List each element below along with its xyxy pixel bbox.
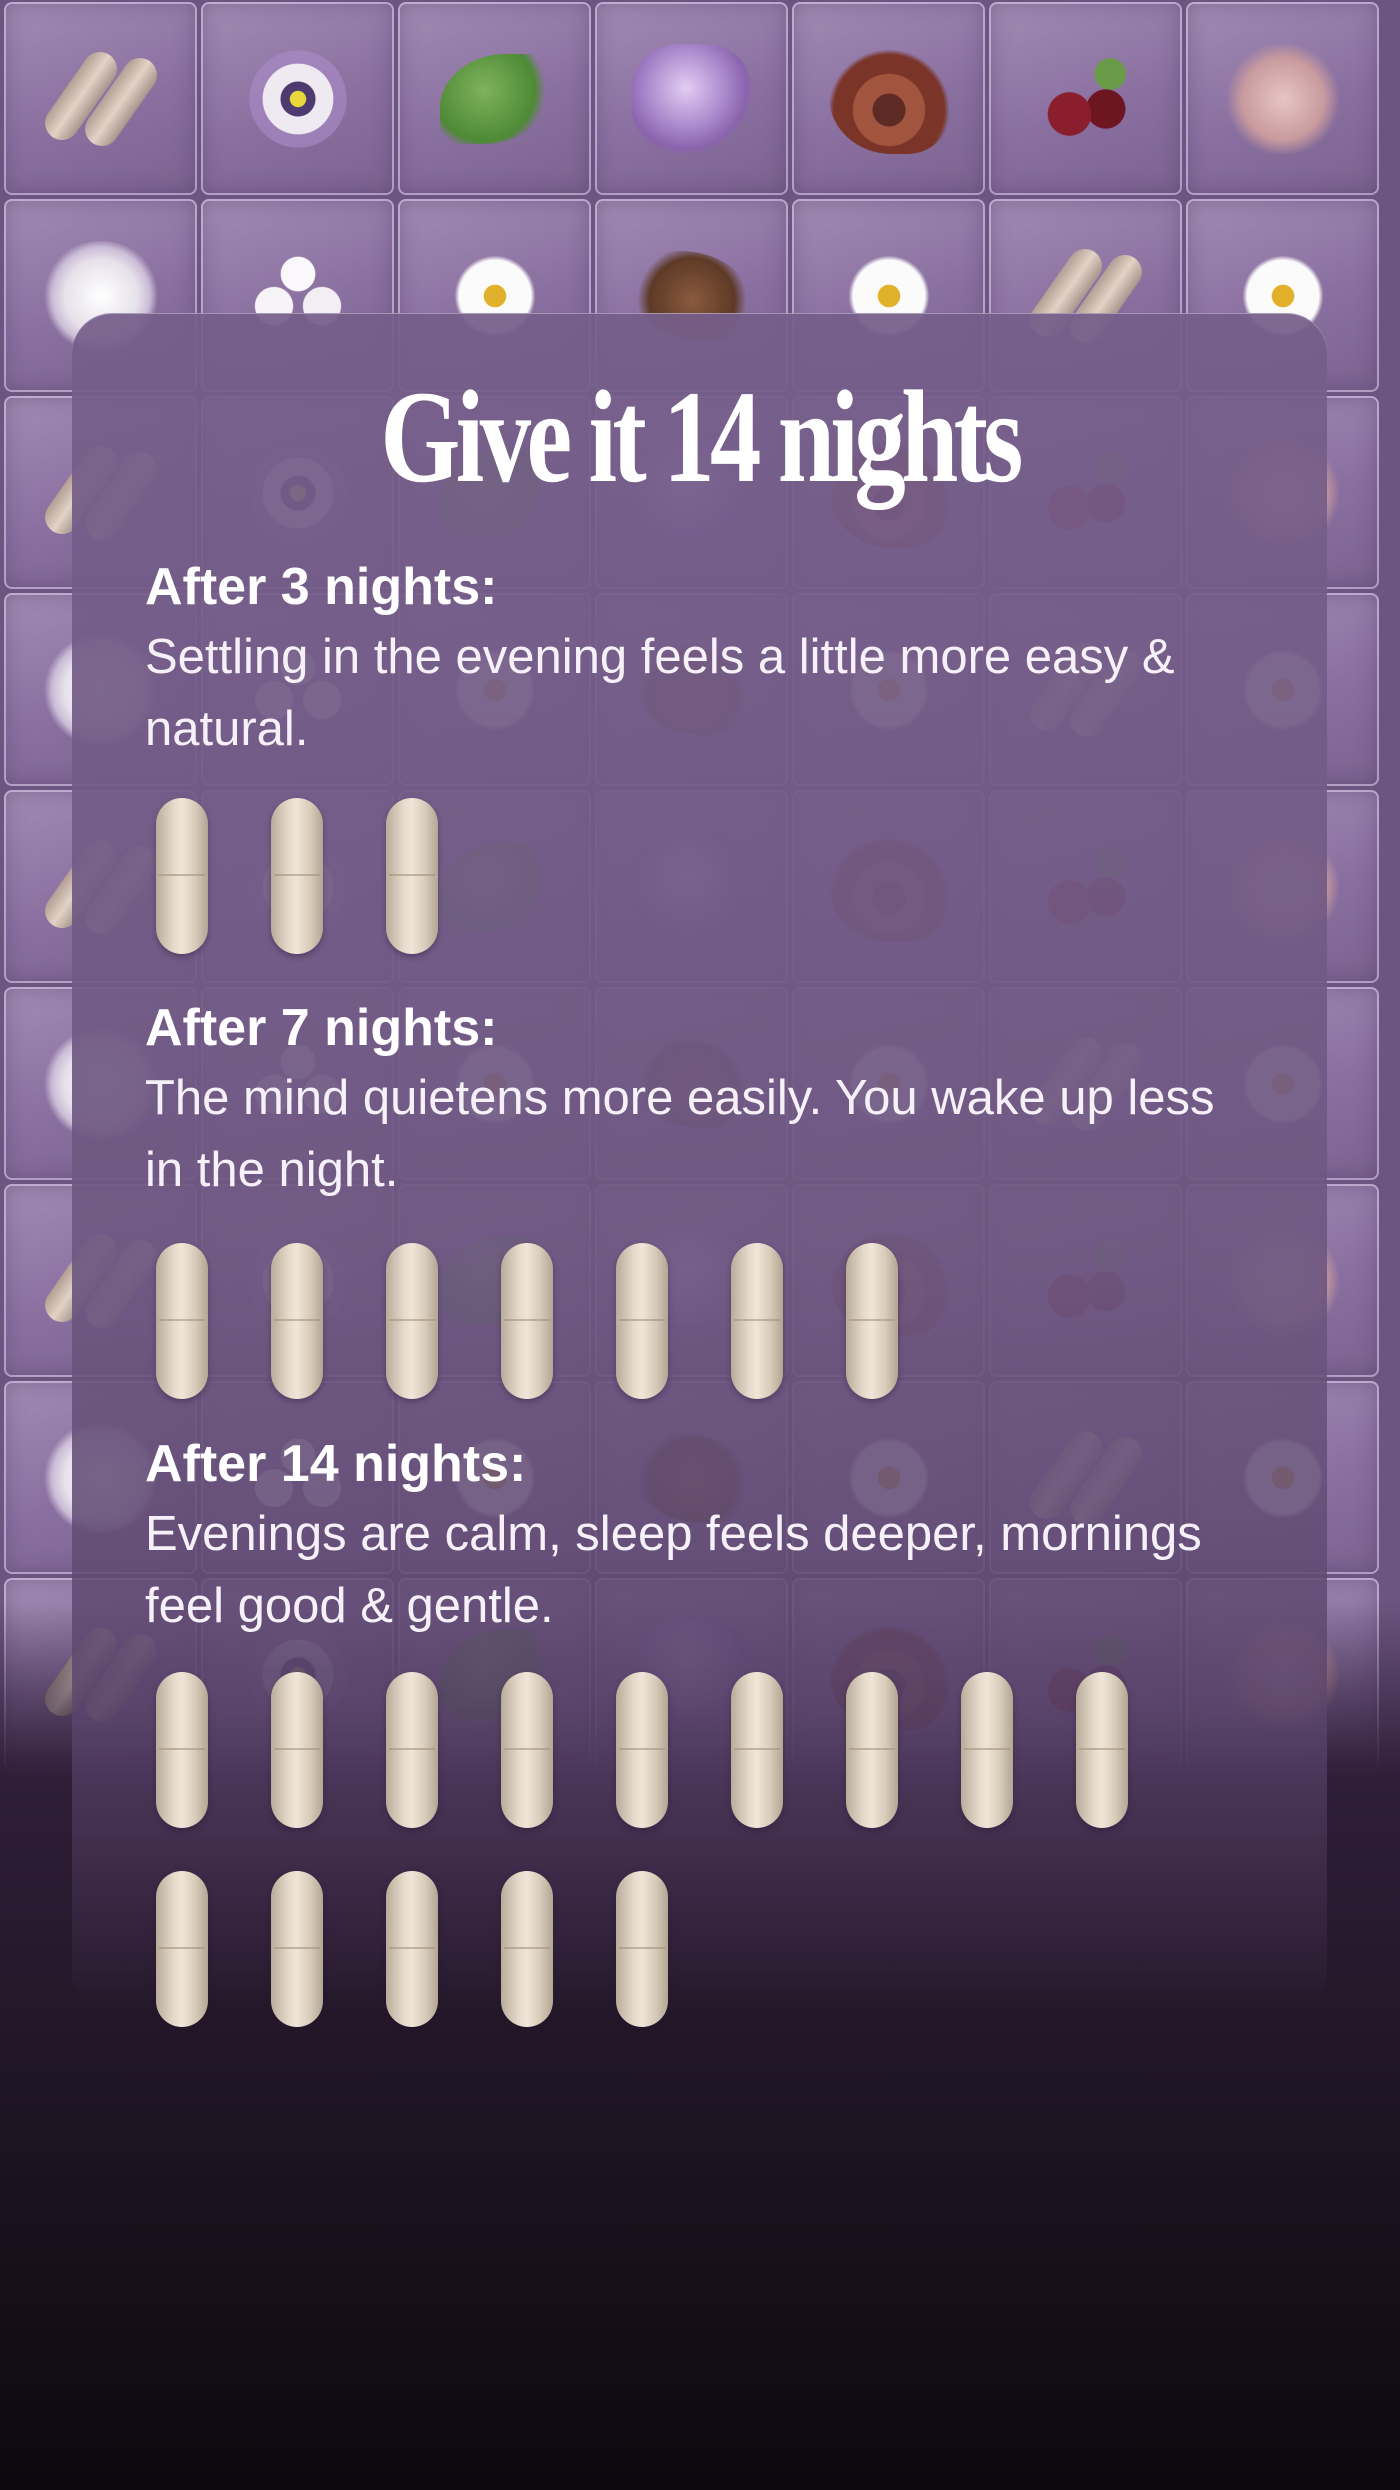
milestone-title: After 3 nights: xyxy=(145,558,498,616)
ingredient-tile xyxy=(398,2,591,195)
capsule-icon xyxy=(731,1243,783,1399)
page-title: Give it 14 nights xyxy=(380,363,1023,510)
capsule-icon xyxy=(501,1871,553,2027)
capsule-icon xyxy=(156,1871,208,2027)
milestone-7-nights: After 7 nights: The mind quietens more e… xyxy=(145,998,1265,1206)
capsule-icon xyxy=(1076,1672,1128,1828)
reishi-mushroom-icon xyxy=(828,43,949,154)
capsule-icon xyxy=(386,798,438,954)
capsule-icon xyxy=(616,1871,668,2027)
capsule-icon xyxy=(271,1243,323,1399)
milestone-title: After 14 nights: xyxy=(145,1435,527,1493)
capsule-icon xyxy=(961,1672,1013,1828)
capsule-icon xyxy=(271,798,323,954)
lemon-balm-leaf-icon xyxy=(439,53,550,144)
passionflower-icon xyxy=(242,43,353,154)
milestone-title: After 7 nights: xyxy=(145,999,498,1057)
ingredient-tile xyxy=(1186,2,1379,195)
ingredient-tile xyxy=(4,2,197,195)
milestone-description: The mind quietens more easily. You wake … xyxy=(145,1071,1215,1197)
milestone-3-nights: After 3 nights: Settling in the evening … xyxy=(145,557,1265,765)
capsule-icon xyxy=(156,1672,208,1828)
capsule-icon xyxy=(386,1672,438,1828)
capsule-icon xyxy=(156,798,208,954)
ingredient-tile xyxy=(595,2,788,195)
capsule-icon xyxy=(156,1243,208,1399)
capsule-icon xyxy=(386,1243,438,1399)
capsule-icon xyxy=(501,1672,553,1828)
milestone-14-nights: After 14 nights: Evenings are calm, slee… xyxy=(145,1434,1265,1642)
ingredient-tile xyxy=(201,2,394,195)
capsules-icon xyxy=(46,44,156,154)
capsule-icon xyxy=(616,1672,668,1828)
capsule-icon xyxy=(271,1871,323,2027)
capsule-icon xyxy=(846,1243,898,1399)
amethyst-crystal-icon xyxy=(631,43,752,154)
milestone-description: Evenings are calm, sleep feels deeper, m… xyxy=(145,1507,1202,1633)
ingredient-tile xyxy=(989,2,1182,195)
capsule-icon xyxy=(501,1243,553,1399)
milestone-description: Settling in the evening feels a little m… xyxy=(145,630,1175,756)
capsule-icon xyxy=(616,1243,668,1399)
cherry-icon xyxy=(1030,48,1141,149)
capsule-icon xyxy=(271,1672,323,1828)
rose-icon xyxy=(1222,43,1343,154)
capsule-icon xyxy=(731,1672,783,1828)
capsule-icon xyxy=(386,1871,438,2027)
ingredient-tile xyxy=(792,2,985,195)
capsule-icon xyxy=(846,1672,898,1828)
